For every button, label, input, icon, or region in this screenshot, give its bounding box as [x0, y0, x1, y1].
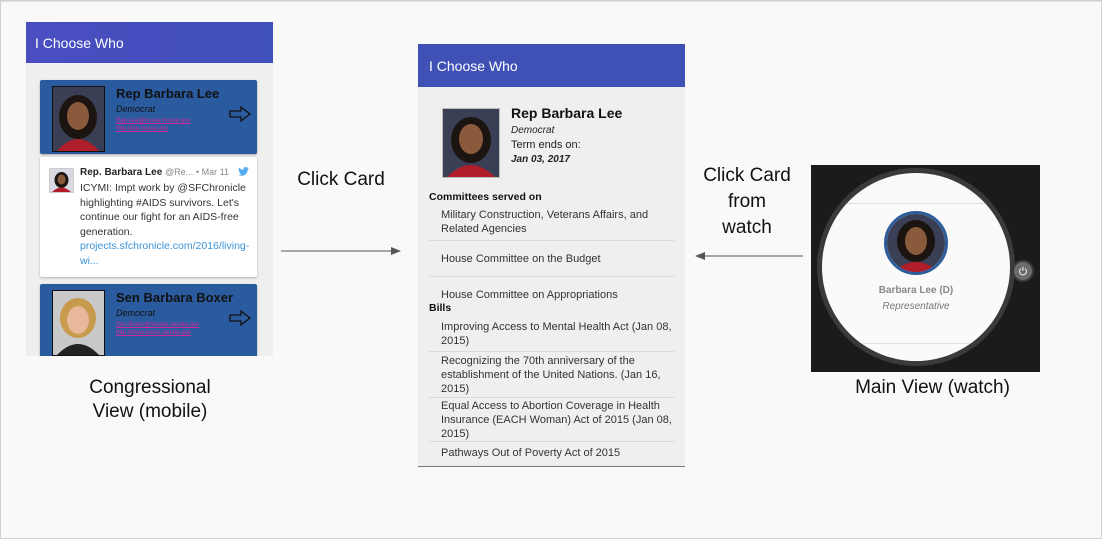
power-icon — [1018, 266, 1028, 276]
watch-face[interactable]: Barbara Lee (D) Representative — [822, 173, 1010, 361]
rep-card-barbara-boxer[interactable]: Sen Barbara Boxer Democrat Sen.Boxer@sen… — [40, 284, 257, 356]
tweet-header: Rep. Barbara Lee @Re... • Mar 11 — [80, 167, 229, 178]
rep-website-link[interactable]: http://www.boxer.senate.gov — [116, 330, 191, 336]
divider — [429, 240, 674, 241]
app-title: I Choose Who — [35, 34, 124, 51]
watch-rep-role: Representative — [882, 301, 950, 312]
mobile-view-caption: Congressional View (mobile) — [70, 376, 230, 424]
click-card-from-watch-label: Click Card from watch — [688, 163, 806, 241]
rep-name: Sen Barbara Boxer — [116, 290, 234, 305]
rep-name: Rep Barbara Lee — [511, 105, 623, 121]
divider — [822, 343, 1010, 344]
watch-view-caption: Main View (watch) — [855, 377, 1010, 398]
app-title: I Choose Who — [429, 57, 518, 74]
mobile-congressional-screen: I Choose Who Rep Barbara Lee Democrat Re… — [26, 22, 273, 356]
committee-item[interactable]: House Committee on Appropriations — [441, 288, 674, 302]
tweet-body: ICYMI: Impt work by @SFChronicle highlig… — [80, 181, 250, 268]
rep-card-barbara-lee[interactable]: Rep Barbara Lee Democrat Rep.Lee@house.h… — [40, 80, 257, 154]
caption-line: Click Card — [703, 165, 791, 186]
twitter-bird-icon — [238, 167, 249, 176]
bill-item[interactable]: Equal Access to Abortion Coverage in Hea… — [441, 399, 674, 441]
divider — [429, 397, 674, 398]
divider — [429, 276, 674, 277]
tweet-card[interactable]: Rep. Barbara Lee @Re... • Mar 11 ICYMI: … — [40, 157, 257, 277]
watch-rep-name: Barbara Lee (D) — [878, 285, 954, 296]
rep-email-link[interactable]: Rep.Lee@house.house.gov — [116, 118, 190, 124]
rep-party: Democrat — [116, 308, 156, 318]
term-label: Term ends on: — [511, 139, 581, 151]
divider — [429, 351, 674, 352]
app-bar: I Choose Who — [26, 22, 273, 63]
rep-party: Democrat — [116, 104, 156, 114]
watch-rep-avatar — [884, 211, 948, 275]
rep-photo — [52, 86, 105, 152]
rep-email-link[interactable]: Sen.Boxer@senate.senate.gov — [116, 322, 199, 328]
bill-item[interactable]: Recognizing the 70th anniversary of the … — [441, 354, 674, 396]
divider — [822, 203, 1010, 204]
click-card-label: Click Card — [297, 169, 385, 190]
caption-line: Congressional — [89, 377, 211, 398]
committees-heading: Committees served on — [429, 191, 542, 203]
arrow-right-icon[interactable] — [229, 106, 251, 122]
app-bar: I Choose Who — [418, 44, 685, 87]
tweet-avatar — [49, 168, 74, 193]
arrow-right-icon — [281, 247, 401, 255]
bill-item[interactable]: Pathways Out of Poverty Act of 2015 — [441, 446, 674, 460]
rep-party: Democrat — [511, 125, 555, 136]
watch-screen: Barbara Lee (D) Representative — [811, 165, 1040, 372]
bill-item[interactable]: Improving Access to Mental Health Act (J… — [441, 320, 674, 348]
bills-heading: Bills — [429, 302, 452, 314]
divider — [429, 441, 674, 442]
detail-view-screen: I Choose Who Rep Barbara Lee Democrat Te… — [418, 44, 685, 467]
tweet-author: Rep. Barbara Lee — [80, 167, 163, 178]
tweet-url[interactable]: projects.sfchronicle.com/2016/living-wi.… — [80, 240, 249, 267]
caption-line: watch — [722, 217, 772, 238]
watch-power-button[interactable] — [1012, 260, 1034, 282]
rep-photo — [52, 290, 105, 356]
committee-item[interactable]: House Committee on the Budget — [441, 252, 674, 266]
committee-item[interactable]: Military Construction, Veterans Affairs,… — [441, 208, 674, 236]
rep-website-link[interactable]: http://lee.house.gov — [116, 126, 168, 132]
tweet-text: ICYMI: Impt work by @SFChronicle highlig… — [80, 182, 246, 238]
tweet-date: • Mar 11 — [195, 167, 229, 177]
rep-name: Rep Barbara Lee — [116, 86, 220, 101]
term-date: Jan 03, 2017 — [511, 154, 570, 165]
rep-photo — [442, 108, 500, 178]
arrow-left-icon — [695, 252, 803, 260]
arrow-right-icon[interactable] — [229, 310, 251, 326]
tweet-handle: @Re... — [165, 167, 194, 177]
caption-line: View (mobile) — [92, 401, 208, 422]
caption-line: from — [728, 191, 766, 212]
